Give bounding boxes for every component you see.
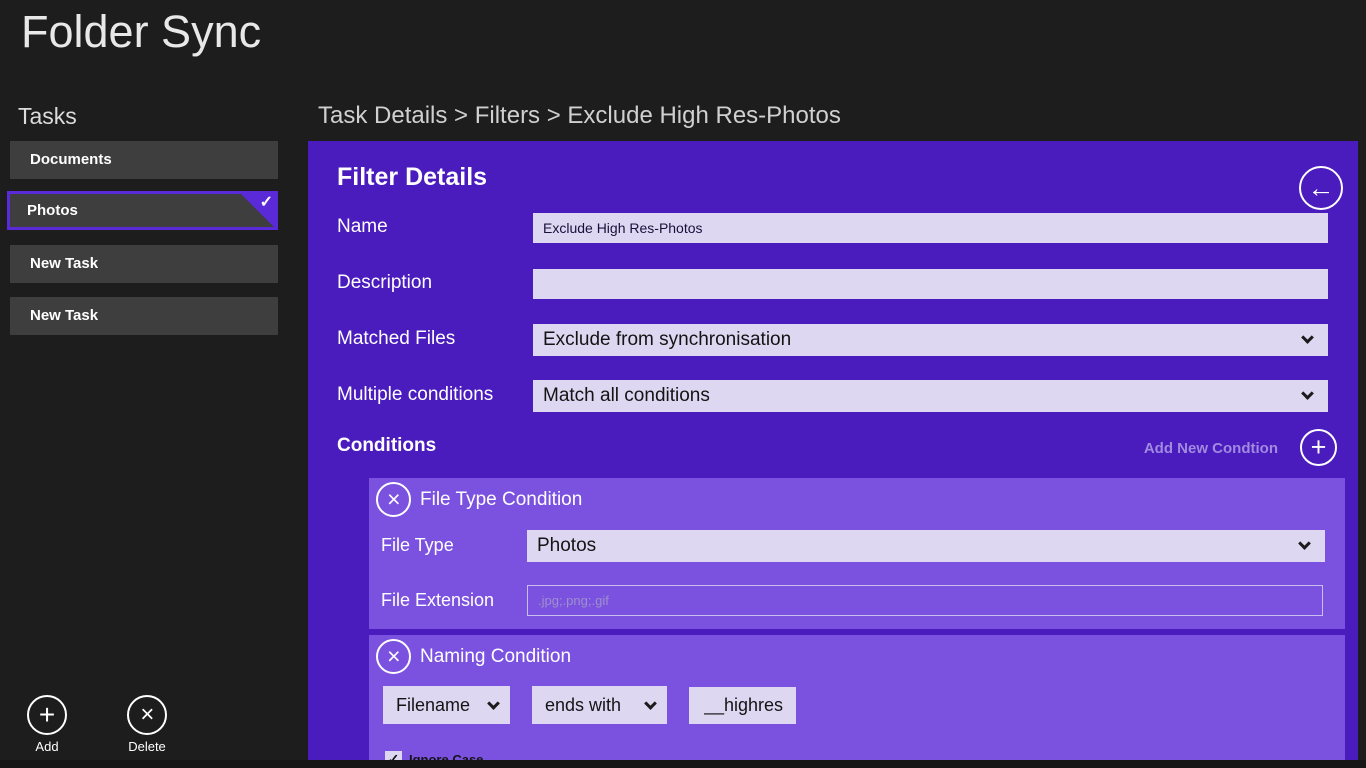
back-arrow-icon: ← [1308,173,1335,203]
file-extension-label: File Extension [381,590,494,611]
remove-condition-button[interactable]: × [376,639,411,674]
filename-field-select[interactable]: Filename [383,686,510,724]
multiple-conditions-value: Match all conditions [543,385,710,406]
task-item-new-task-2[interactable]: New Task [10,297,278,335]
task-item-label: Documents [30,151,112,168]
remove-condition-button[interactable]: × [376,482,411,517]
add-condition-button[interactable]: + [1300,429,1337,466]
file-type-value: Photos [537,535,596,556]
close-icon: × [127,695,167,735]
task-item-label: Photos [27,202,78,219]
plus-icon: + [27,695,67,735]
task-item-label: New Task [30,307,98,324]
conditions-header: Conditions [337,435,436,457]
ignore-case-checkbox[interactable]: ✓ [385,751,402,760]
add-new-condition-link[interactable]: Add New Condtion [1008,440,1278,457]
task-item-new-task-1[interactable]: New Task [10,245,278,283]
delete-button-label: Delete [105,739,189,754]
matched-files-value: Exclude from synchronisation [543,329,791,350]
breadcrumb[interactable]: Task Details > Filters > Exclude High Re… [318,102,841,130]
description-input[interactable] [533,269,1328,299]
tasks-header: Tasks [18,103,77,130]
matched-files-label: Matched Files [337,328,455,350]
bottom-edge [0,760,1366,768]
page-title: Filter Details [337,163,487,192]
description-label: Description [337,272,432,294]
plus-icon: + [1311,432,1327,462]
chevron-down-icon [487,697,500,710]
add-button-label: Add [5,739,89,754]
operator-value: ends with [545,695,621,715]
task-item-documents[interactable]: Documents [10,141,278,179]
close-icon: × [387,643,400,669]
ignore-case-label: Ignore Case [409,752,483,760]
pattern-text-input[interactable] [689,687,796,724]
multiple-conditions-select[interactable]: Match all conditions [533,380,1328,412]
matched-files-select[interactable]: Exclude from synchronisation [533,324,1328,356]
file-type-label: File Type [381,535,454,556]
operator-select[interactable]: ends with [532,686,667,724]
name-label: Name [337,216,388,238]
back-button[interactable]: ← [1299,166,1343,210]
condition-title: Naming Condition [420,646,571,668]
chevron-down-icon [1301,331,1314,344]
condition-title: File Type Condition [420,489,582,511]
chevron-down-icon [1298,537,1311,550]
app-title: Folder Sync [21,6,261,58]
check-icon: ✓ [388,751,400,760]
close-icon: × [387,486,400,512]
naming-condition-card: × Naming Condition Filename ends with ✓ … [369,635,1345,760]
multiple-conditions-label: Multiple conditions [337,384,493,406]
filter-details-panel: Filter Details ← Name Description Matche… [308,141,1358,760]
delete-task-button[interactable]: × Delete [105,695,189,754]
check-icon: ✓ [260,192,273,212]
file-type-select[interactable]: Photos [527,530,1325,562]
chevron-down-icon [644,697,657,710]
filename-field-value: Filename [396,695,470,715]
file-type-condition-card: × File Type Condition File Type Photos F… [369,478,1345,629]
name-input[interactable] [533,213,1328,243]
file-extension-input[interactable] [527,585,1323,616]
add-task-button[interactable]: + Add [5,695,89,754]
chevron-down-icon [1301,387,1314,400]
task-item-photos[interactable]: Photos ✓ [7,191,278,230]
task-item-label: New Task [30,255,98,272]
